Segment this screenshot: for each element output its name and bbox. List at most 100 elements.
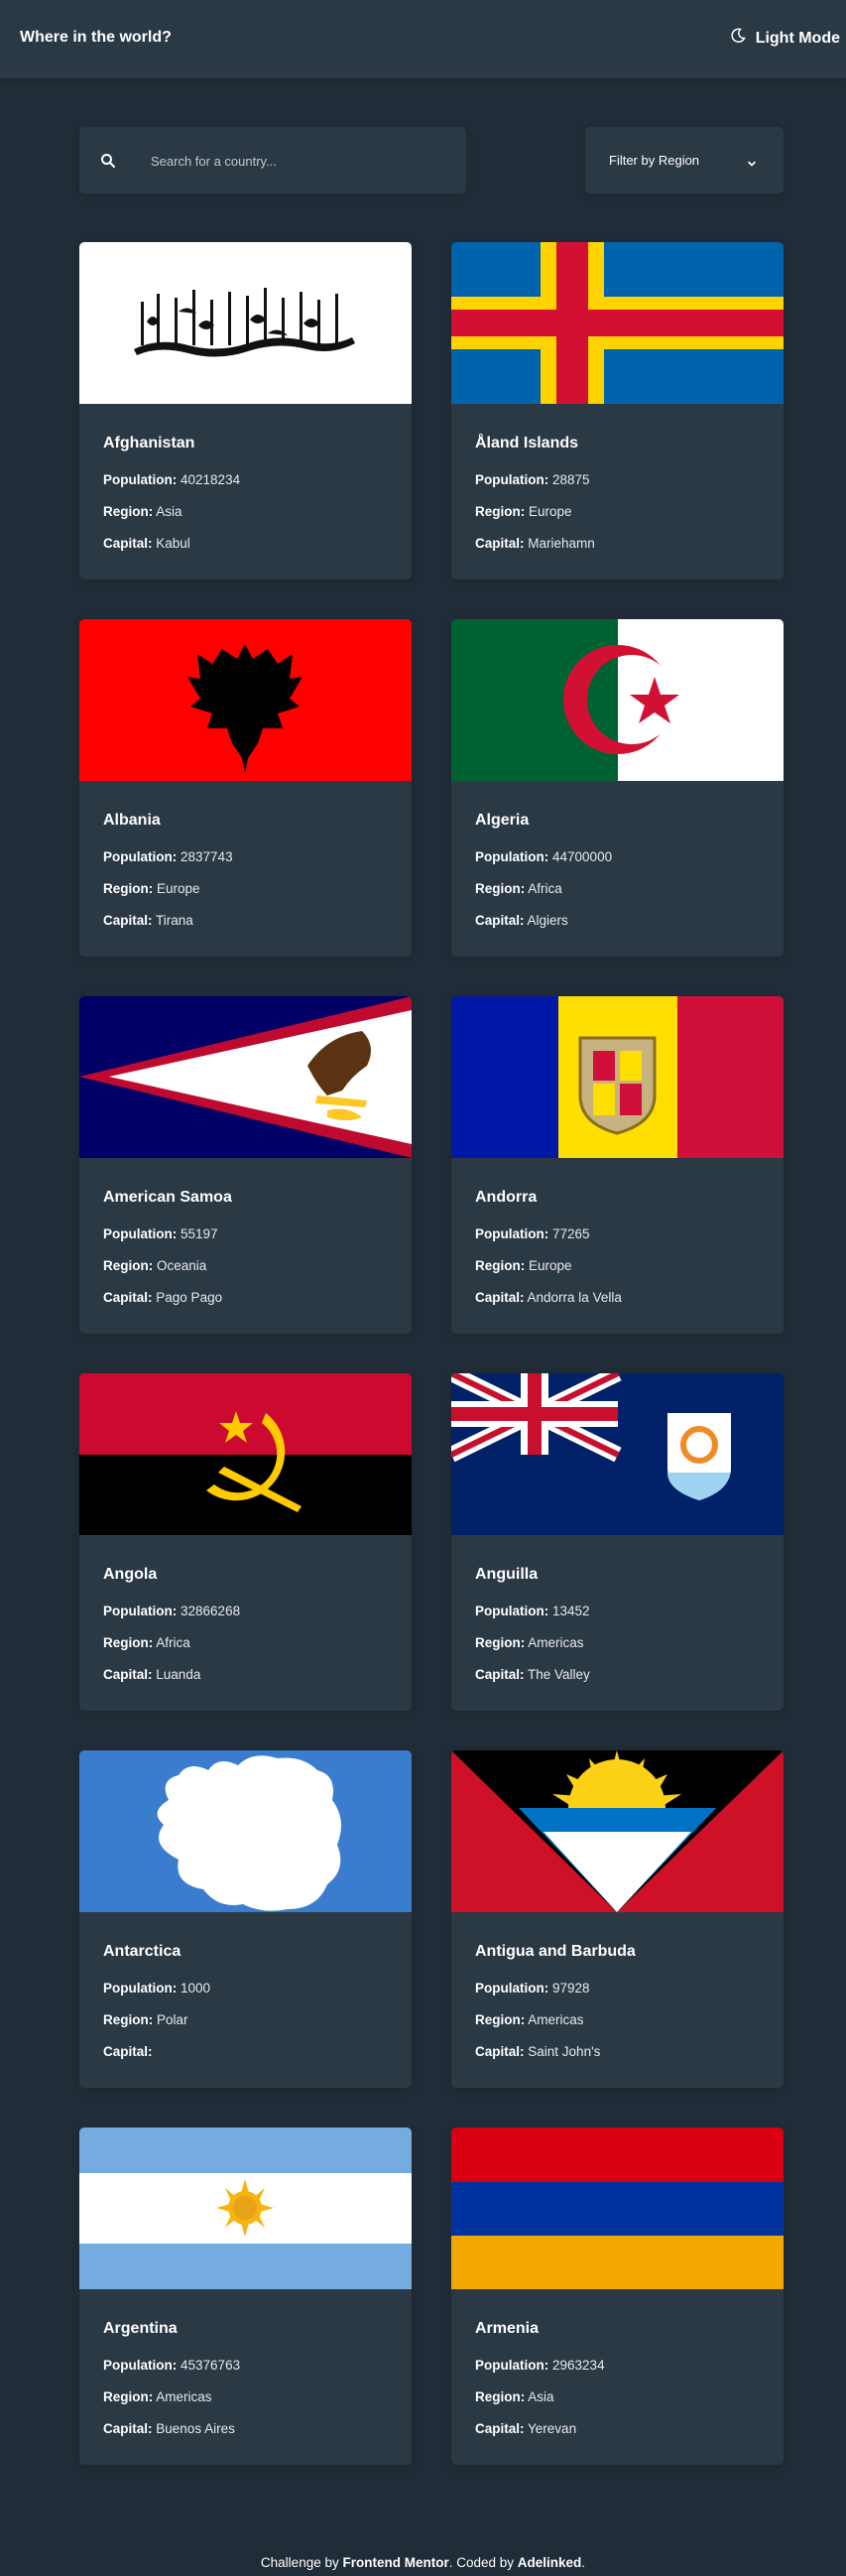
top-header: Where in the world? Light Mode xyxy=(0,0,846,78)
population-row: Population: 2963234 xyxy=(475,2358,760,2374)
region-label: Region: xyxy=(475,881,526,896)
region-label: Region: xyxy=(475,504,526,519)
capital-row: Capital: Yerevan xyxy=(475,2421,760,2437)
country-card[interactable]: Angola Population: 32866268 Region: Afri… xyxy=(79,1373,412,1711)
region-row: Region: Africa xyxy=(103,1635,388,1651)
capital-label: Capital: xyxy=(475,2421,525,2436)
capital-value: Mariehamn xyxy=(528,536,595,551)
flag-argentina xyxy=(79,2127,412,2289)
population-label: Population: xyxy=(103,849,178,864)
capital-value: Algiers xyxy=(527,913,568,928)
region-row: Region: Polar xyxy=(103,2012,388,2028)
theme-toggle-button[interactable]: Light Mode xyxy=(730,28,840,49)
region-value: Americas xyxy=(528,2012,584,2027)
frontend-mentor-link[interactable]: Frontend Mentor xyxy=(342,2555,448,2570)
capital-label: Capital: xyxy=(103,536,153,551)
country-card[interactable]: Algeria Population: 44700000 Region: Afr… xyxy=(451,619,784,957)
country-name: American Samoa xyxy=(103,1189,232,1206)
country-name: Anguilla xyxy=(475,1566,539,1583)
region-row: Region: Asia xyxy=(475,2389,760,2405)
footer-suffix: . xyxy=(581,2555,586,2570)
capital-label: Capital: xyxy=(475,1667,525,1682)
author-link[interactable]: Adelinked xyxy=(518,2555,582,2570)
region-label: Region: xyxy=(103,2012,154,2027)
region-label: Region: xyxy=(475,2012,526,2027)
population-row: Population: 13452 xyxy=(475,1604,760,1619)
capital-row: Capital: Andorra la Vella xyxy=(475,1290,760,1306)
population-row: Population: 97928 xyxy=(475,1981,760,1996)
population-value: 2963234 xyxy=(552,2358,605,2373)
flag-anguilla xyxy=(451,1373,784,1535)
region-value: Americas xyxy=(156,2389,212,2404)
region-value: Oceania xyxy=(157,1258,207,1273)
capital-row: Capital: Buenos Aires xyxy=(103,2421,388,2437)
population-row: Population: 28875 xyxy=(475,472,760,488)
capital-label: Capital: xyxy=(103,2044,153,2059)
region-row: Region: Africa xyxy=(475,881,760,897)
moon-icon xyxy=(730,28,746,49)
capital-value: Luanda xyxy=(156,1667,201,1682)
country-card[interactable]: Antigua and Barbuda Population: 97928 Re… xyxy=(451,1750,784,2088)
country-card[interactable]: Åland Islands Population: 28875 Region: … xyxy=(451,242,784,580)
country-card[interactable]: Argentina Population: 45376763 Region: A… xyxy=(79,2127,412,2465)
chevron-down-icon xyxy=(747,156,757,167)
region-filter-select[interactable]: Filter by Region xyxy=(585,127,784,193)
flag-albania xyxy=(79,619,412,781)
region-label: Region: xyxy=(103,504,154,519)
population-row: Population: 1000 xyxy=(103,1981,388,1996)
capital-row: Capital: Saint John's xyxy=(475,2044,760,2060)
population-value: 97928 xyxy=(552,1981,590,1996)
capital-row: Capital: Kabul xyxy=(103,536,388,552)
population-value: 28875 xyxy=(552,472,590,487)
country-card[interactable]: Anguilla Population: 13452 Region: Ameri… xyxy=(451,1373,784,1711)
capital-value: The Valley xyxy=(528,1667,590,1682)
country-card[interactable]: Afghanistan Population: 40218234 Region:… xyxy=(79,242,412,580)
capital-row: Capital: Pago Pago xyxy=(103,1290,388,1306)
country-card[interactable]: Antarctica Population: 1000 Region: Pola… xyxy=(79,1750,412,2088)
region-row: Region: Americas xyxy=(103,2389,388,2405)
capital-row: Capital: Tirana xyxy=(103,913,388,929)
region-filter-label: Filter by Region xyxy=(609,153,700,168)
search-box[interactable] xyxy=(79,127,466,193)
population-label: Population: xyxy=(475,849,549,864)
capital-label: Capital: xyxy=(103,913,153,928)
search-input[interactable] xyxy=(151,147,448,175)
region-row: Region: Europe xyxy=(475,504,760,520)
population-row: Population: 77265 xyxy=(475,1226,760,1242)
app-title: Where in the world? xyxy=(20,29,172,46)
country-name: Åland Islands xyxy=(475,435,579,451)
region-value: Europe xyxy=(529,504,572,519)
population-row: Population: 2837743 xyxy=(103,849,388,865)
country-name: Albania xyxy=(103,812,161,829)
capital-value: Buenos Aires xyxy=(156,2421,235,2436)
population-value: 40218234 xyxy=(181,472,241,487)
region-row: Region: Europe xyxy=(103,881,388,897)
region-row: Region: Asia xyxy=(103,504,388,520)
population-label: Population: xyxy=(475,1604,549,1618)
population-label: Population: xyxy=(475,472,549,487)
population-label: Population: xyxy=(103,1226,178,1241)
region-label: Region: xyxy=(103,1258,154,1273)
capital-value: Andorra la Vella xyxy=(527,1290,622,1305)
population-row: Population: 32866268 xyxy=(103,1604,388,1619)
footer-middle: . Coded by xyxy=(448,2555,518,2570)
capital-value: Kabul xyxy=(156,536,190,551)
country-card[interactable]: American Samoa Population: 55197 Region:… xyxy=(79,996,412,1334)
flag-antarctica xyxy=(79,1750,412,1912)
population-value: 1000 xyxy=(181,1981,211,1996)
population-row: Population: 40218234 xyxy=(103,472,388,488)
population-label: Population: xyxy=(475,1226,549,1241)
flag-american-samoa xyxy=(79,996,412,1158)
country-card[interactable]: Armenia Population: 2963234 Region: Asia… xyxy=(451,2127,784,2465)
country-card[interactable]: Albania Population: 2837743 Region: Euro… xyxy=(79,619,412,957)
region-value: Africa xyxy=(156,1635,190,1650)
flag-aland-islands xyxy=(451,242,784,404)
footer-prefix: Challenge by xyxy=(260,2555,343,2570)
country-card[interactable]: Andorra Population: 77265 Region: Europe… xyxy=(451,996,784,1334)
population-value: 32866268 xyxy=(181,1604,241,1618)
country-name: Afghanistan xyxy=(103,435,195,451)
region-row: Region: Americas xyxy=(475,2012,760,2028)
population-label: Population: xyxy=(475,1981,549,1996)
flag-afghanistan xyxy=(79,242,412,404)
flag-antigua-and-barbuda xyxy=(451,1750,784,1912)
